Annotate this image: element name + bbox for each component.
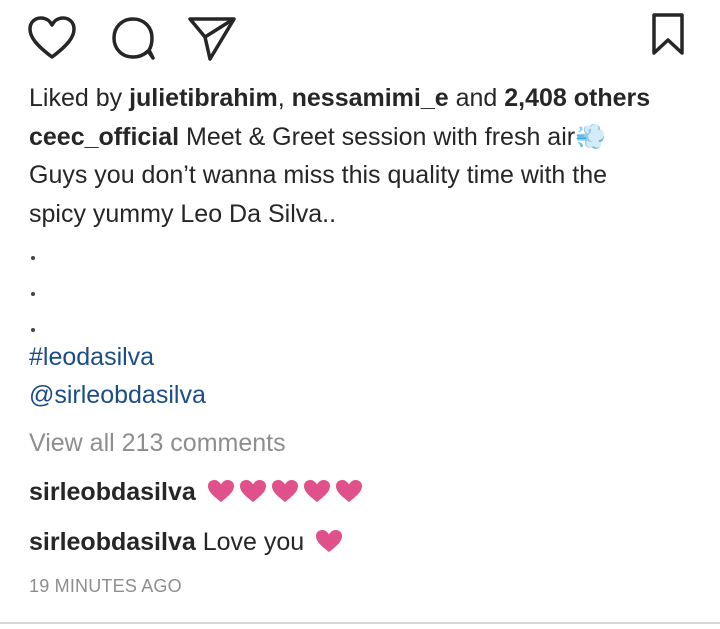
comment-row: sirleobdasilva Love you (29, 527, 343, 557)
comment-row: sirleobdasilva (29, 477, 363, 507)
caption-line-3: spicy yummy Leo Da Silva.. (29, 200, 337, 228)
post-timestamp: 19 MINUTES AGO (29, 576, 182, 596)
caption-line-2: Guys you don’t wanna miss this quality t… (29, 161, 608, 189)
heart-emoji-icon (271, 479, 299, 503)
caption-username[interactable]: ceec_official (29, 123, 179, 151)
heart-emoji-icon (315, 529, 343, 553)
caption-dot (31, 256, 35, 260)
caption-text: Meet & Greet session with fresh air💨 (179, 123, 607, 151)
divider (0, 622, 720, 624)
caption-line-1: ceec_official Meet & Greet session with … (29, 122, 606, 152)
comment-text: Love you (195, 528, 305, 556)
heart-emoji-icon (239, 479, 267, 503)
caption-hashtag[interactable]: #leodasilva (29, 342, 154, 372)
bookmark-icon[interactable] (648, 12, 688, 56)
likes-separator: , (277, 84, 292, 112)
likes-count-link[interactable]: 2,408 others (504, 84, 650, 112)
view-all-comments-link[interactable]: View all 213 comments (29, 428, 286, 458)
liker-username[interactable]: julietibrahim (129, 84, 278, 112)
comment-username[interactable]: sirleobdasilva (29, 528, 196, 556)
caption-dot (31, 292, 35, 296)
heart-outline-icon[interactable] (26, 15, 78, 61)
post-action-bar (0, 0, 720, 72)
likes-prefix: Liked by (29, 84, 130, 112)
caption-dot (31, 328, 35, 332)
heart-emoji-icon (303, 479, 331, 503)
likes-summary: Liked by julietibrahim, nessamimi_e and … (29, 83, 650, 113)
liker-username[interactable]: nessamimi_e (292, 84, 449, 112)
heart-emoji-icon (207, 479, 235, 503)
caption-mention[interactable]: @sirleobdasilva (29, 380, 206, 410)
heart-emoji-icon (335, 479, 363, 503)
comment-username[interactable]: sirleobdasilva (29, 478, 196, 506)
likes-and: and (448, 84, 505, 112)
comment-bubble-icon[interactable] (108, 13, 158, 63)
paper-plane-icon[interactable] (186, 13, 238, 63)
